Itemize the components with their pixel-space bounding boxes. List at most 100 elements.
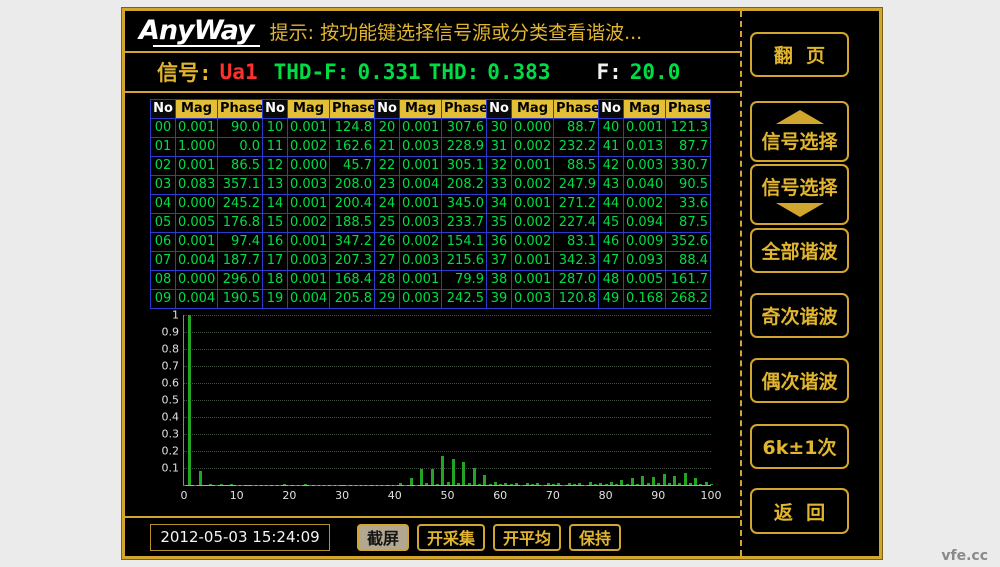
harmonic-mag: 0.001 [288, 271, 330, 290]
return-button[interactable]: 返 回 [750, 488, 849, 534]
chart-bar [589, 482, 592, 485]
gridline [184, 366, 711, 367]
button-label: 信号选择 [761, 173, 837, 200]
col-header-phase: Phase [666, 100, 711, 119]
harmonic-no: 05 [151, 214, 176, 233]
gridline [184, 451, 711, 452]
harmonic-phase: 190.5 [218, 290, 263, 309]
chart-bar [441, 456, 444, 485]
button-label: 翻 页 [774, 41, 825, 68]
harmonic-mag: 0.001 [512, 271, 554, 290]
harmonic-no: 29 [375, 290, 400, 309]
chart-bar [562, 485, 565, 486]
harmonic-mag: 0.003 [288, 176, 330, 195]
start-capture-button[interactable]: 开采集 [417, 524, 485, 551]
table-row: 050.005176.8150.002188.5250.003233.7350.… [151, 214, 711, 233]
table-header-row: NoMagPhaseNoMagPhaseNoMagPhaseNoMagPhase… [151, 100, 711, 119]
harmonic-mag: 0.001 [400, 195, 442, 214]
harmonic-phase: 208.2 [442, 176, 487, 195]
start-average-button[interactable]: 开平均 [493, 524, 561, 551]
up-arrow-icon [776, 110, 824, 124]
harmonic-phase: 90.0 [218, 119, 263, 138]
chart-bar [520, 485, 523, 486]
frequency-value: 20.0 [630, 60, 681, 84]
chart-bar [552, 484, 555, 485]
x-axis-tick-label: 100 [701, 489, 722, 502]
all-harmonics-button[interactable]: 全部谐波 [750, 228, 849, 273]
harmonic-no: 44 [599, 195, 624, 214]
harmonic-mag: 0.003 [400, 138, 442, 157]
harmonic-mag: 0.003 [400, 290, 442, 309]
harmonic-phase: 307.6 [442, 119, 487, 138]
col-header-no: No [375, 100, 400, 119]
harmonic-phase: 83.1 [554, 233, 599, 252]
chart-bar [531, 484, 534, 485]
harmonic-mag: 0.000 [288, 157, 330, 176]
harmonic-no: 41 [599, 138, 624, 157]
table-row: 011.0000.0110.002162.6210.003228.9310.00… [151, 138, 711, 157]
harmonic-phase: 162.6 [330, 138, 375, 157]
harmonic-no: 02 [151, 157, 176, 176]
col-header-mag: Mag [512, 100, 554, 119]
harmonic-phase: 245.2 [218, 195, 263, 214]
harmonic-mag: 0.005 [176, 214, 218, 233]
odd-harmonics-button[interactable]: 奇次谐波 [750, 293, 849, 338]
harmonic-phase: 207.3 [330, 252, 375, 271]
harmonic-phase: 154.1 [442, 233, 487, 252]
even-harmonics-button[interactable]: 偶次谐波 [750, 358, 849, 403]
chart-plot-area: 10.90.80.70.60.50.40.30.20.1010203040506… [183, 315, 711, 486]
harmonic-mag: 0.083 [176, 176, 218, 195]
chart-bar [605, 484, 608, 485]
chart-bar [447, 482, 450, 485]
button-label: 奇次谐波 [761, 302, 837, 329]
y-axis-tick-label: 0.7 [162, 360, 180, 373]
harmonic-mag: 0.002 [624, 195, 666, 214]
harmonic-phase: 342.3 [554, 252, 599, 271]
table-row: 070.004187.7170.003207.3270.003215.6370.… [151, 252, 711, 271]
harmonic-no: 06 [151, 233, 176, 252]
hold-button[interactable]: 保持 [569, 524, 621, 551]
col-header-mag: Mag [400, 100, 442, 119]
col-header-mag: Mag [624, 100, 666, 119]
harmonic-no: 42 [599, 157, 624, 176]
harmonics-table-wrap: NoMagPhaseNoMagPhaseNoMagPhaseNoMagPhase… [150, 99, 708, 309]
harmonic-mag: 0.003 [624, 157, 666, 176]
harmonic-phase: 45.7 [330, 157, 375, 176]
harmonic-mag: 0.094 [624, 214, 666, 233]
signal-select-up-button[interactable]: 信号选择 [750, 101, 849, 162]
chart-bar [420, 469, 423, 485]
harmonic-mag: 0.000 [176, 271, 218, 290]
harmonic-mag: 0.003 [288, 252, 330, 271]
x-axis-tick-label: 60 [493, 489, 507, 502]
chart-bar [220, 484, 223, 485]
harmonic-phase: 233.7 [442, 214, 487, 233]
timestamp: 2012-05-03 15:24:09 [150, 524, 330, 551]
harmonic-mag: 0.001 [176, 157, 218, 176]
table-row: 080.000296.0180.001168.4280.00179.9380.0… [151, 271, 711, 290]
down-arrow-icon [776, 203, 824, 217]
harmonic-phase: 188.5 [330, 214, 375, 233]
harmonic-mag: 0.001 [512, 252, 554, 271]
button-label: 信号选择 [761, 127, 837, 154]
harmonic-no: 45 [599, 214, 624, 233]
harmonic-mag: 0.002 [288, 138, 330, 157]
harmonic-mag: 0.002 [512, 138, 554, 157]
harmonic-no: 23 [375, 176, 400, 195]
chart-bar [315, 485, 318, 486]
harmonic-phase: 208.0 [330, 176, 375, 195]
harmonic-no: 32 [487, 157, 512, 176]
chart-bar [504, 483, 507, 485]
harmonics-6k1-button[interactable]: 6k±1次 [750, 424, 849, 469]
page-turn-button[interactable]: 翻 页 [750, 32, 849, 77]
chart-bar [536, 483, 539, 485]
signal-label: 信号: [157, 57, 212, 87]
x-axis-tick-label: 20 [282, 489, 296, 502]
x-axis-tick-label: 0 [181, 489, 188, 502]
harmonic-phase: 124.8 [330, 119, 375, 138]
signal-select-down-button[interactable]: 信号选择 [750, 164, 849, 225]
harmonic-no: 19 [263, 290, 288, 309]
harmonic-mag: 0.001 [288, 195, 330, 214]
harmonic-mag: 0.002 [512, 176, 554, 195]
screenshot-button[interactable]: 截屏 [357, 524, 409, 551]
chart-bar [304, 484, 307, 485]
